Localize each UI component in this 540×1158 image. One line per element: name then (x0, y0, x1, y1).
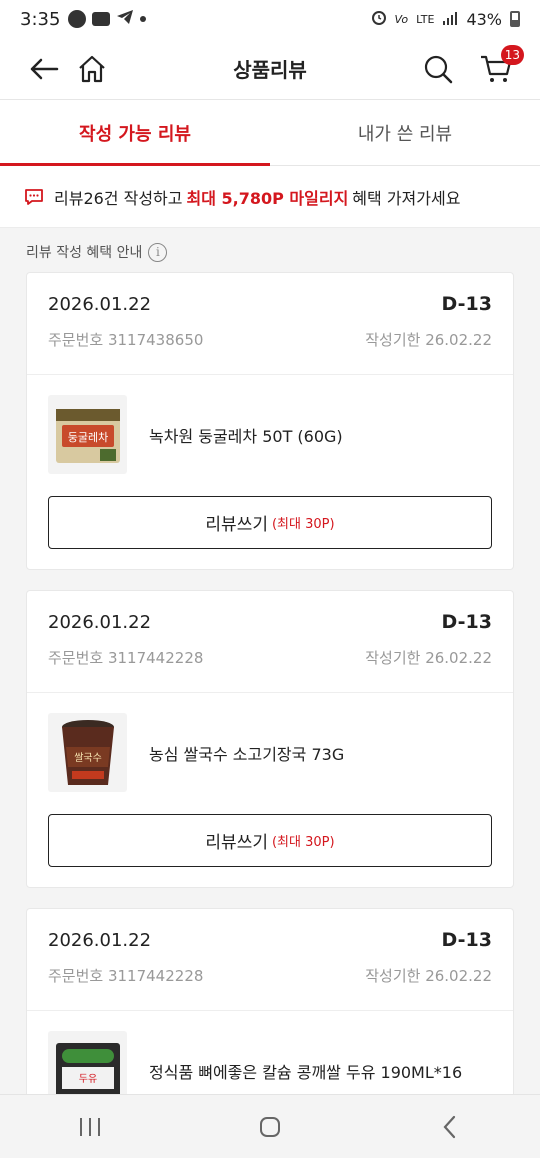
write-review-button[interactable]: 리뷰쓰기 (최대 30P) (48, 814, 492, 867)
talk-icon (68, 10, 87, 28)
max-points-label: (최대 30P) (271, 835, 335, 850)
dday-label: D-13 (441, 611, 492, 633)
order-header: 2026.01.22 D-13 주문번호 3117442228 작성기한 26.… (27, 909, 513, 1011)
order-card: 2026.01.22 D-13 주문번호 3117438650 작성기한 26.… (26, 272, 514, 570)
cart-button[interactable]: 13 (476, 44, 524, 89)
review-deadline: 작성기한 26.02.22 (365, 967, 492, 985)
product-item[interactable]: 쌀국수 농심 쌀국수 소고기장국 73G (48, 713, 492, 792)
order-number: 주문번호 3117442228 (48, 967, 204, 985)
guide-label: 리뷰 작성 혜택 안내 (26, 245, 143, 261)
mileage-notice: 리뷰26건 작성하고 최대 5,780P 마일리지 혜택 가져가세요 (0, 166, 540, 228)
tab-my-reviews[interactable]: 내가 쓴 리뷰 (270, 100, 540, 165)
order-date: 2026.01.22 (48, 929, 152, 951)
review-benefit-guide[interactable]: 리뷰 작성 혜택 안내 i (0, 228, 540, 272)
thumb-text: 쌀국수 (74, 752, 102, 764)
home-nav-button[interactable] (240, 1107, 300, 1147)
notification-icons (68, 9, 147, 30)
back-chevron-icon (443, 1115, 456, 1138)
order-header: 2026.01.22 D-13 주문번호 3117442228 작성기한 26.… (27, 591, 513, 693)
tab-writable-reviews[interactable]: 작성 가능 리뷰 (0, 100, 270, 166)
product-thumbnail[interactable]: 쌀국수 (48, 713, 127, 792)
status-time: 3:35 (20, 8, 61, 30)
home-square-icon (260, 1116, 280, 1137)
max-points-label: (최대 30P) (271, 517, 335, 532)
order-header: 2026.01.22 D-13 주문번호 3117438650 작성기한 26.… (27, 273, 513, 375)
cart-count-badge: 13 (500, 44, 524, 65)
app-bar: 상품리뷰 13 (0, 38, 540, 100)
recent-apps-button[interactable] (60, 1107, 120, 1147)
dday-label: D-13 (441, 293, 492, 315)
dday-label: D-13 (441, 929, 492, 951)
search-icon (424, 55, 453, 83)
order-number: 주문번호 3117442228 (48, 649, 204, 667)
order-number: 주문번호 3117438650 (48, 331, 204, 349)
arrow-left-icon (30, 58, 59, 79)
product-thumbnail[interactable]: 둥굴레차 (48, 395, 127, 474)
thumb-text: 두유 (78, 1073, 96, 1085)
order-body: 쌀국수 농심 쌀국수 소고기장국 73G 리뷰쓰기 (최대 30P) (27, 693, 513, 887)
chat-bubble-icon (25, 188, 43, 205)
alarm-icon (371, 9, 387, 29)
order-body: 둥굴레차 녹차원 둥굴레차 50T (60G) 리뷰쓰기 (최대 30P) (27, 375, 513, 569)
product-name[interactable]: 농심 쌀국수 소고기장국 73G (149, 741, 344, 765)
home-icon (79, 55, 105, 82)
review-deadline: 작성기한 26.02.22 (365, 331, 492, 349)
order-date: 2026.01.22 (48, 611, 152, 633)
product-name[interactable]: 정식품 뼈에좋은 칼슘 콩깨쌀 두유 190ML*16 (149, 1059, 462, 1083)
battery-icon (510, 11, 520, 27)
order-date: 2026.01.22 (48, 293, 152, 315)
noodle-cup-image: 쌀국수 (61, 719, 114, 785)
back-nav-button[interactable] (420, 1107, 480, 1147)
back-button[interactable] (24, 49, 64, 89)
signal-icon (442, 10, 458, 29)
product-item[interactable]: 둥굴레차 녹차원 둥굴레차 50T (60G) (48, 395, 492, 474)
home-button[interactable] (72, 49, 112, 89)
battery-percent: 43% (466, 9, 502, 29)
review-deadline: 작성기한 26.02.22 (365, 649, 492, 667)
status-bar: 3:35 Vo LTE 43% (0, 0, 540, 38)
search-button[interactable] (418, 49, 458, 89)
volte-icon: Vo (394, 12, 409, 26)
thumb-text: 둥굴레차 (67, 431, 107, 444)
write-review-button[interactable]: 리뷰쓰기 (최대 30P) (48, 496, 492, 549)
order-list: 2026.01.22 D-13 주문번호 3117438650 작성기한 26.… (0, 272, 540, 1131)
mail-icon (92, 12, 111, 26)
write-review-label: 리뷰쓰기 (205, 833, 268, 853)
notice-prefix: 리뷰26건 작성하고 (54, 188, 183, 208)
notice-suffix: 혜택 가져가세요 (352, 188, 461, 208)
network-type: LTE (416, 12, 435, 26)
telegram-icon (116, 9, 134, 30)
tea-box-image: 둥굴레차 (55, 408, 120, 463)
system-nav-bar (0, 1094, 540, 1158)
notice-highlight: 최대 5,780P 마일리지 (186, 188, 349, 208)
more-dot-icon (140, 16, 147, 22)
write-review-label: 리뷰쓰기 (205, 515, 268, 535)
recent-apps-icon (80, 1117, 100, 1136)
info-icon[interactable]: i (148, 242, 168, 262)
order-card: 2026.01.22 D-13 주문번호 3117442228 작성기한 26.… (26, 590, 514, 888)
product-name[interactable]: 녹차원 둥굴레차 50T (60G) (149, 423, 343, 447)
review-tabs: 작성 가능 리뷰 내가 쓴 리뷰 (0, 100, 540, 166)
